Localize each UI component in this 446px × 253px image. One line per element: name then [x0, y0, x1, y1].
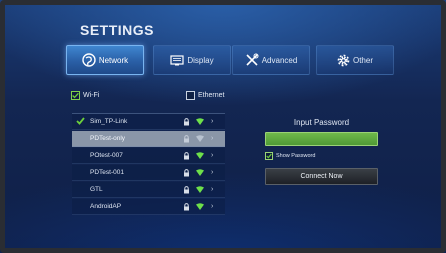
- network-list: Sim_TP-Link › PDTest-only › POtest-007 ›…: [72, 113, 225, 221]
- lock-icon: [184, 202, 189, 210]
- page-title: SETTINGS: [80, 22, 155, 38]
- wifi-label: Wi-Fi: [83, 92, 100, 99]
- chevron-right-icon: ›: [211, 135, 214, 142]
- network-name: AndroidAP: [90, 203, 122, 210]
- network-name: PDTest-only: [90, 135, 126, 142]
- network-row[interactable]: POtest-007 ›: [72, 148, 225, 164]
- network-row[interactable]: PDTest-only ›: [72, 131, 225, 147]
- lock-icon: [184, 151, 189, 159]
- display-icon: [170, 54, 184, 65]
- wifi-signal-icon: [196, 135, 204, 142]
- password-input[interactable]: [265, 132, 378, 146]
- chevron-right-icon: ›: [211, 169, 214, 176]
- tab-network-label: Network: [98, 55, 129, 65]
- tools-icon: [246, 53, 259, 66]
- tab-display-label: Display: [187, 55, 214, 65]
- ethernet-checkbox[interactable]: [186, 91, 195, 100]
- wifi-toggle[interactable]: Wi-Fi: [71, 91, 99, 100]
- network-row[interactable]: AndroidAP ›: [72, 199, 225, 215]
- wifi-signal-icon: [196, 169, 204, 176]
- wifi-signal-icon: [196, 152, 204, 159]
- connected-check-icon: [76, 117, 85, 125]
- network-name: POtest-007: [90, 152, 123, 159]
- network-name: PDTest-001: [90, 169, 124, 176]
- tab-bar: Network Display Advanced Other: [66, 45, 394, 75]
- chevron-right-icon: ›: [211, 152, 214, 159]
- settings-screen: SETTINGS Network Display Advanced Other …: [0, 0, 446, 253]
- tab-display[interactable]: Display: [153, 45, 231, 75]
- chevron-right-icon: ›: [211, 203, 214, 210]
- ethernet-toggle[interactable]: Ethernet: [186, 91, 224, 100]
- chevron-right-icon: ›: [211, 186, 214, 193]
- network-row[interactable]: PDTest-001 ›: [72, 165, 225, 181]
- show-password-checkbox[interactable]: [265, 152, 273, 160]
- network-name: Sim_TP-Link: [90, 118, 128, 125]
- tab-network[interactable]: Network: [66, 45, 144, 75]
- connect-now-button[interactable]: Connect Now: [265, 168, 378, 185]
- lock-icon: [184, 185, 189, 193]
- chevron-right-icon: ›: [211, 118, 214, 125]
- show-password-label: Show Password: [276, 153, 316, 159]
- gear-icon: [337, 54, 350, 66]
- lock-icon: [184, 117, 189, 125]
- tab-advanced[interactable]: Advanced: [232, 45, 310, 75]
- tab-other-label: Other: [352, 55, 373, 65]
- wifi-checkbox[interactable]: [71, 91, 80, 100]
- wifi-signal-icon: [196, 118, 204, 125]
- tab-advanced-label: Advanced: [261, 55, 298, 65]
- password-label: Input Password: [293, 118, 350, 127]
- tab-other[interactable]: Other: [316, 45, 394, 75]
- globe-icon: [82, 53, 96, 67]
- ethernet-label: Ethernet: [198, 92, 225, 99]
- wifi-signal-icon: [196, 203, 204, 210]
- checkmark-icon: [72, 92, 79, 99]
- lock-icon: [184, 134, 189, 142]
- network-row[interactable]: Sim_TP-Link ›: [72, 114, 225, 130]
- network-name: GTL: [90, 186, 103, 193]
- lock-icon: [184, 168, 189, 176]
- wifi-signal-icon: [196, 186, 204, 193]
- network-row[interactable]: GTL ›: [72, 182, 225, 198]
- show-password-toggle[interactable]: Show Password: [265, 152, 315, 160]
- checkmark-icon: [266, 153, 272, 159]
